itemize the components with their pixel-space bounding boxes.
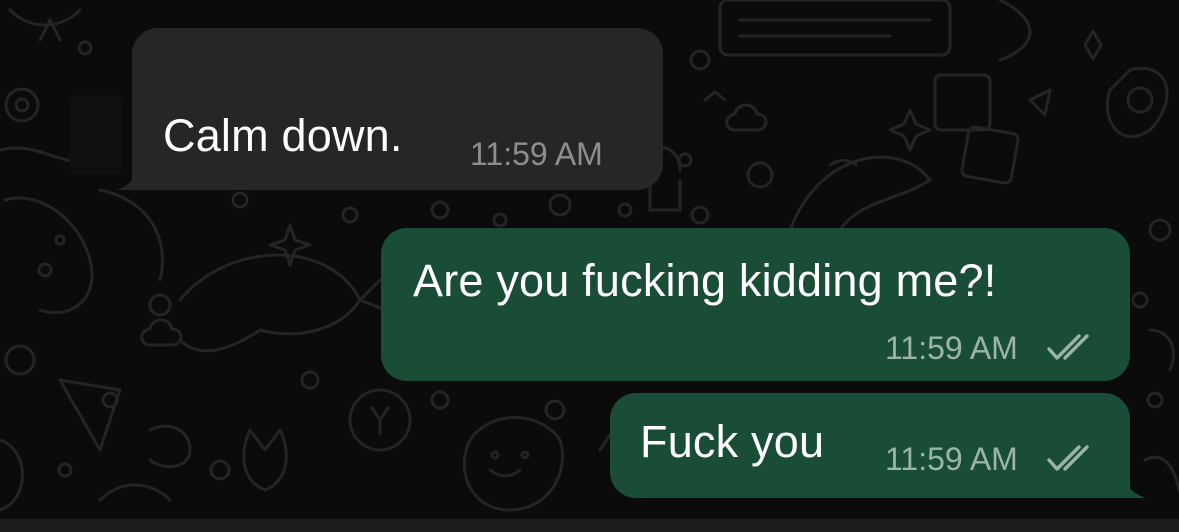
message-timestamp: 11:59 AM: [885, 330, 1018, 366]
incoming-message-bubble[interactable]: Calm down. 11:59 AM: [132, 28, 663, 190]
bubble-tail-icon: [116, 160, 152, 190]
chat-view[interactable]: Calm down. 11:59 AM Are you fucking kidd…: [0, 0, 1179, 532]
outgoing-message-bubble[interactable]: Are you fucking kidding me?! 11:59 AM: [381, 228, 1130, 381]
bubble-tail-icon: [1110, 466, 1146, 498]
message-text: Are you fucking kidding me?!: [413, 255, 997, 306]
double-check-icon: [1047, 445, 1089, 471]
message-timestamp: 11:59 AM: [470, 136, 603, 172]
message-text: Fuck you: [640, 416, 825, 467]
input-bar-edge: [0, 519, 1179, 532]
message-timestamp: 11:59 AM: [885, 441, 1018, 477]
double-check-icon: [1047, 334, 1089, 360]
message-text: Calm down.: [163, 110, 403, 161]
outgoing-message-bubble[interactable]: Fuck you 11:59 AM: [610, 393, 1130, 498]
